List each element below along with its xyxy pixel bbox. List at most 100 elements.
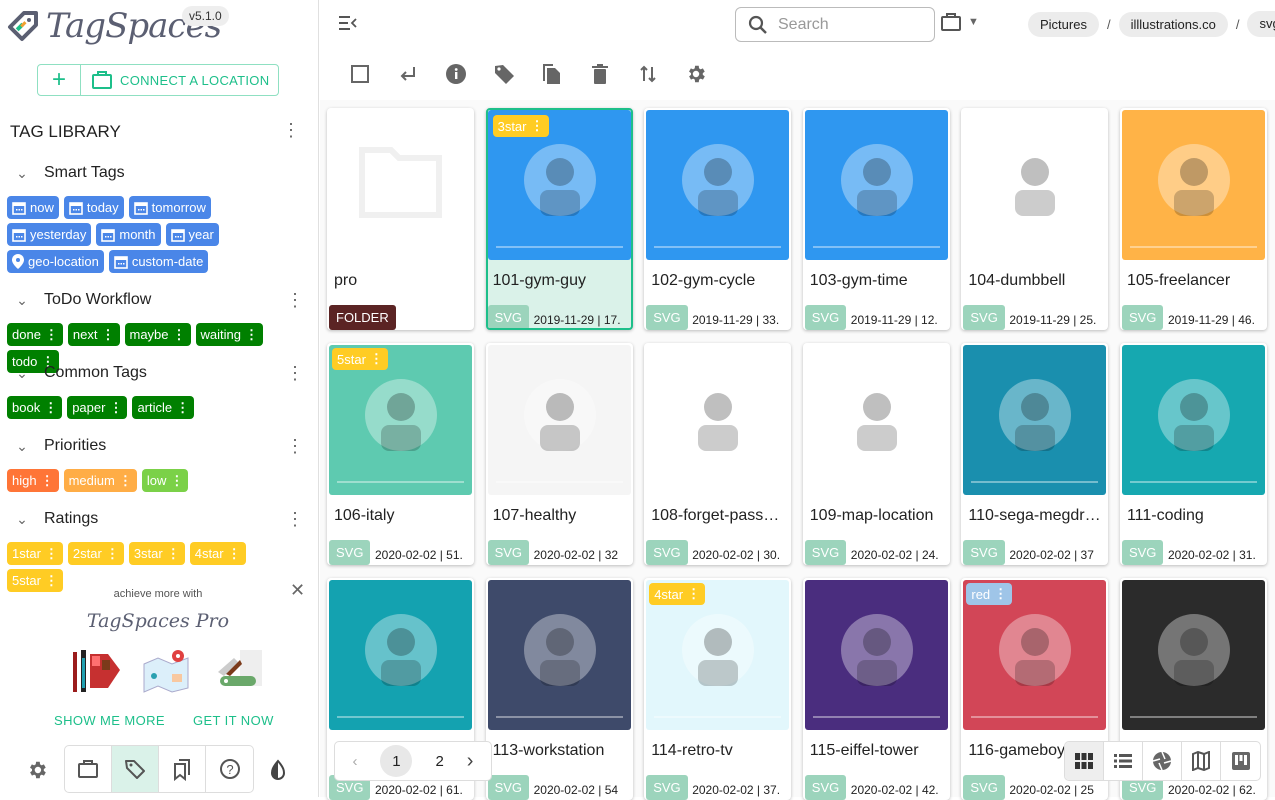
delete-button[interactable]: [576, 63, 624, 85]
tag-group-menu-button[interactable]: ⋮: [280, 291, 310, 309]
folder-card[interactable]: pro FOLDER: [327, 108, 474, 330]
search-box[interactable]: Search: [735, 7, 935, 42]
file-card[interactable]: 103-gym-time SVG 2019-11-29 | 12.: [802, 108, 950, 330]
file-card[interactable]: 107-healthy SVG 2020-02-02 | 32: [485, 343, 633, 565]
file-card[interactable]: 108-forget-password SVG 2020-02-02 | 30.: [644, 343, 792, 565]
chevron-down-icon[interactable]: ⌄: [0, 511, 44, 528]
tag-library-menu-button[interactable]: ⋮: [282, 121, 300, 139]
tag-menu-icon[interactable]: ⋮: [119, 474, 132, 487]
tag-group-menu-button[interactable]: ⋮: [280, 510, 310, 528]
file-card[interactable]: 113-workstation SVG 2020-02-02 | 54: [485, 578, 633, 800]
tag-chip[interactable]: tomorrow: [128, 196, 211, 219]
next-page-button[interactable]: ›: [467, 750, 474, 773]
tag-files-button[interactable]: [480, 63, 528, 85]
file-card[interactable]: 3star ⋮ 101-gym-guy SVG 2019-11-29 | 17.: [485, 108, 633, 330]
tag-chip[interactable]: custom-date: [108, 250, 209, 273]
tag-chip[interactable]: high ⋮: [7, 469, 59, 492]
chevron-down-icon[interactable]: ⌄: [0, 292, 44, 309]
copy-move-button[interactable]: [528, 62, 576, 86]
parent-directory-button[interactable]: [384, 64, 432, 84]
show-me-more-link[interactable]: SHOW ME MORE: [54, 713, 165, 728]
map-view-button[interactable]: [1182, 742, 1221, 780]
connect-location-button[interactable]: + CONNECT A LOCATION: [37, 64, 279, 96]
tag-group-header[interactable]: ⌄ Common Tags ⋮: [0, 360, 310, 386]
toggle-sidebar-button[interactable]: [338, 14, 358, 37]
tag-menu-icon[interactable]: ⋮: [102, 328, 115, 341]
chevron-down-icon[interactable]: ⌄: [0, 365, 44, 382]
theme-toggle-button[interactable]: [268, 759, 288, 786]
close-promo-button[interactable]: ✕: [290, 580, 305, 601]
tag-chip[interactable]: yesterday: [7, 223, 92, 246]
add-location-button[interactable]: +: [38, 65, 81, 95]
file-tag-chip[interactable]: red ⋮: [966, 583, 1013, 605]
file-card[interactable]: 5star ⋮ 106-italy SVG 2020-02-02 | 51.: [327, 343, 474, 565]
file-card[interactable]: 111-coding SVG 2020-02-02 | 31.: [1119, 343, 1267, 565]
tag-group-menu-button[interactable]: ⋮: [280, 364, 310, 382]
tag-menu-icon[interactable]: ⋮: [45, 328, 58, 341]
search-input[interactable]: Search: [778, 16, 829, 34]
location-switcher-button[interactable]: ▼: [940, 12, 979, 32]
tag-group-menu-button[interactable]: ⋮: [280, 437, 310, 455]
tag-chip[interactable]: book ⋮: [7, 396, 63, 419]
tag-chip[interactable]: medium ⋮: [63, 469, 137, 492]
tag-group-header[interactable]: ⌄ ToDo Workflow ⋮: [0, 287, 310, 313]
tag-menu-icon[interactable]: ⋮: [41, 474, 54, 487]
tag-chip[interactable]: 3star ⋮: [128, 542, 185, 565]
page-button[interactable]: 2: [435, 753, 443, 770]
tag-menu-icon[interactable]: ⋮: [687, 586, 700, 602]
kanban-view-button[interactable]: [1221, 742, 1260, 780]
select-all-button[interactable]: [336, 64, 384, 84]
tag-chip[interactable]: 1star ⋮: [7, 542, 63, 565]
tag-chip[interactable]: month: [96, 223, 161, 246]
file-card[interactable]: 110-sega-megdrive SVG 2020-02-02 | 37: [961, 343, 1109, 565]
file-card[interactable]: 115-eiffel-tower SVG 2020-02-02 | 42.: [802, 578, 950, 800]
list-view-button[interactable]: [1104, 742, 1143, 780]
file-card[interactable]: 105-freelancer SVG 2019-11-29 | 46.: [1119, 108, 1267, 330]
tag-menu-icon[interactable]: ⋮: [45, 547, 58, 560]
tag-chip[interactable]: waiting ⋮: [195, 323, 263, 346]
tag-chip[interactable]: next ⋮: [67, 323, 120, 346]
sort-button[interactable]: [624, 64, 672, 84]
file-card[interactable]: 4star ⋮ 114-retro-tv SVG 2020-02-02 | 37.: [644, 578, 792, 800]
directory-info-button[interactable]: [432, 63, 480, 85]
tag-chip[interactable]: geo-location: [7, 250, 104, 273]
chevron-down-icon[interactable]: ⌄: [0, 438, 44, 455]
tag-library-tab-button[interactable]: [112, 746, 159, 792]
get-it-now-link[interactable]: GET IT NOW: [193, 713, 274, 728]
tag-menu-icon[interactable]: ⋮: [176, 401, 189, 414]
tag-group-header[interactable]: ⌄ Ratings ⋮: [0, 506, 310, 532]
file-card[interactable]: 109-map-location SVG 2020-02-02 | 24.: [802, 343, 950, 565]
prev-page-button[interactable]: ‹: [352, 753, 357, 770]
locations-tab-button[interactable]: [65, 746, 112, 792]
tag-chip[interactable]: year: [165, 223, 219, 246]
grid-view-button[interactable]: [1065, 742, 1104, 780]
tag-menu-icon[interactable]: ⋮: [173, 328, 186, 341]
file-tag-chip[interactable]: 5star ⋮: [332, 348, 388, 370]
tag-menu-icon[interactable]: ⋮: [44, 401, 57, 414]
breadcrumb-item[interactable]: Pictures: [1028, 11, 1099, 37]
tag-menu-icon[interactable]: ⋮: [531, 118, 544, 134]
page-button[interactable]: 1: [380, 745, 413, 777]
breadcrumb-item[interactable]: illlustrations.co: [1118, 11, 1228, 37]
tag-menu-icon[interactable]: ⋮: [106, 547, 119, 560]
file-card[interactable]: 104-dumbbell SVG 2019-11-29 | 25.: [961, 108, 1109, 330]
chevron-down-icon[interactable]: ⌄: [0, 165, 44, 182]
tag-chip[interactable]: now: [7, 196, 59, 219]
tag-menu-icon[interactable]: ⋮: [245, 328, 258, 341]
tag-menu-icon[interactable]: ⋮: [994, 586, 1007, 602]
tag-menu-icon[interactable]: ⋮: [167, 547, 180, 560]
tag-chip[interactable]: 2star ⋮: [67, 542, 124, 565]
gallery-view-button[interactable]: [1143, 742, 1182, 780]
file-tag-chip[interactable]: 4star ⋮: [649, 583, 706, 605]
tag-chip[interactable]: done ⋮: [7, 323, 63, 346]
help-tab-button[interactable]: ?: [206, 746, 253, 792]
tag-chip[interactable]: paper ⋮: [67, 396, 128, 419]
tag-menu-icon[interactable]: ⋮: [170, 474, 183, 487]
tag-menu-icon[interactable]: ⋮: [109, 401, 122, 414]
tag-group-header[interactable]: ⌄ Smart Tags: [0, 160, 310, 186]
breadcrumb-item-current[interactable]: svg⋮: [1247, 11, 1275, 37]
file-tag-chip[interactable]: 3star ⋮: [492, 115, 549, 137]
tag-chip[interactable]: maybe ⋮: [124, 323, 191, 346]
settings-button[interactable]: [26, 759, 48, 786]
tag-menu-icon[interactable]: ⋮: [228, 547, 241, 560]
